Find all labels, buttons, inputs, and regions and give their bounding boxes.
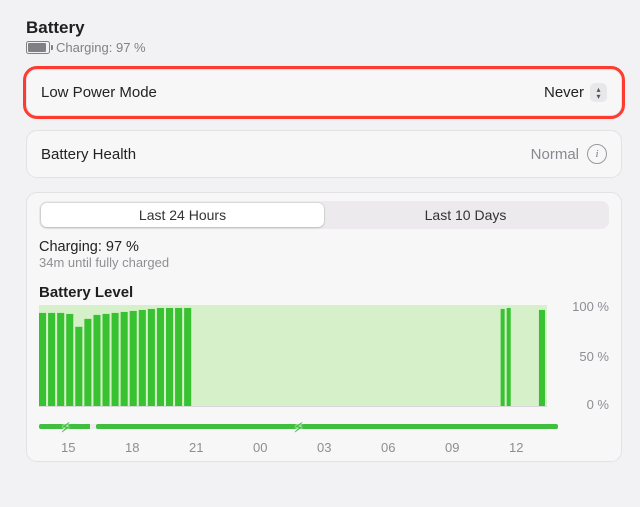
bolt-icon: ⚡︎ [61,420,75,434]
chart-title: Battery Level [39,284,609,301]
summary-line-2: 34m until fully charged [39,255,609,270]
battery-icon [26,41,50,54]
chart-bars [39,305,547,406]
x-tick: 00 [253,440,267,455]
x-tick: 03 [317,440,331,455]
battery-health-row[interactable]: Battery Health Normal i [26,130,622,178]
low-power-mode-row[interactable]: Low Power Mode Never ▴▾ [26,69,622,116]
x-tick: 21 [189,440,203,455]
y-tick-100: 100 % [572,299,609,314]
low-power-mode-value: Never [544,84,584,101]
header: Battery [26,18,622,38]
header-status: Charging: 97 % [56,40,146,55]
battery-health-value: Normal [531,146,579,163]
battery-settings-panel: Battery Charging: 97 % Low Power Mode Ne… [0,0,640,507]
x-tick: 12 [509,440,523,455]
tab-last-10-days[interactable]: Last 10 Days [324,203,607,227]
y-tick-50: 50 % [579,349,609,364]
chart-plot-area [39,305,547,407]
battery-health-label: Battery Health [41,146,136,163]
x-tick: 18 [125,440,139,455]
range-segmented-control[interactable]: Last 24 Hours Last 10 Days [39,201,609,229]
battery-level-chart: 100 % 50 % 0 % ⚡︎ ⚡︎ 15 18 21 00 03 06 0… [39,305,609,455]
page-title: Battery [26,18,85,38]
summary-line-1: Charging: 97 % [39,239,609,255]
y-tick-0: 0 % [587,397,609,412]
x-tick: 15 [61,440,75,455]
low-power-mode-select[interactable]: Never ▴▾ [544,83,607,102]
bolt-icon: ⚡︎ [294,420,308,434]
low-power-mode-label: Low Power Mode [41,84,157,101]
x-tick: 09 [445,440,459,455]
chevron-up-down-icon: ▴▾ [590,83,607,102]
x-tick: 06 [381,440,395,455]
info-icon[interactable]: i [587,144,607,164]
tab-last-24-hours[interactable]: Last 24 Hours [41,203,324,227]
charging-interval [96,424,558,429]
header-subtitle: Charging: 97 % [26,40,622,55]
battery-usage-card: Last 24 Hours Last 10 Days Charging: 97 … [26,192,622,462]
